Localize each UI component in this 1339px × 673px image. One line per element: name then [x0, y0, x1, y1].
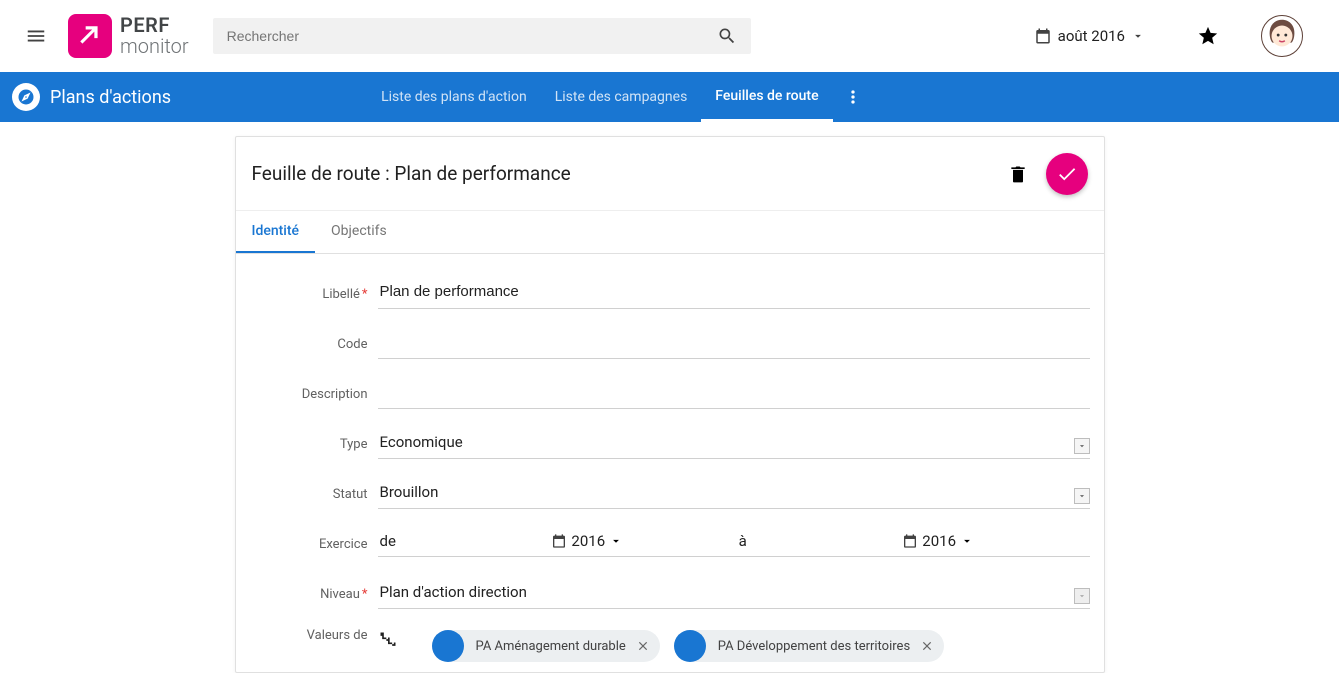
- nav-tab-roadmaps[interactable]: Feuilles de route: [701, 72, 832, 122]
- chevron-down-icon: [1077, 491, 1087, 501]
- search-icon: [717, 26, 737, 46]
- menu-button[interactable]: [16, 16, 56, 56]
- logo-line2: monitor: [120, 36, 189, 57]
- dropdown-statut-handle[interactable]: [1074, 488, 1090, 504]
- chip-pa-developpement[interactable]: PA Développement des territoires: [674, 630, 944, 662]
- logo-line1: PERF: [120, 15, 189, 36]
- dropdown-icon: [609, 534, 623, 548]
- label-niveau: Niveau*: [236, 587, 378, 602]
- chevron-down-icon: [1077, 591, 1087, 601]
- hamburger-icon: [25, 25, 47, 47]
- dropdown-icon: [1131, 29, 1145, 43]
- label-libelle: Libellé*: [236, 287, 378, 302]
- close-icon: [920, 639, 934, 653]
- period-label: août 2016: [1058, 27, 1125, 45]
- arrow-icon: [77, 23, 103, 49]
- module-icon: [12, 83, 40, 111]
- tab-objectifs[interactable]: Objectifs: [315, 211, 403, 253]
- calendar-icon: [902, 533, 918, 549]
- label-exercice: Exercice: [236, 537, 378, 552]
- nav-tab-plans-list[interactable]: Liste des plans d'action: [367, 72, 541, 122]
- chip-avatar: [432, 630, 464, 662]
- select-niveau[interactable]: Plan d'action direction: [378, 581, 1090, 607]
- hierarchy-picker-button[interactable]: [378, 630, 402, 650]
- input-libelle[interactable]: [378, 281, 1090, 306]
- app-logo-badge: [68, 14, 112, 58]
- period-picker[interactable]: août 2016: [1034, 27, 1145, 45]
- module-title: Plans d'actions: [50, 87, 171, 108]
- card-title: Feuille de route : Plan de performance: [252, 162, 998, 185]
- nav-more-button[interactable]: [833, 72, 873, 122]
- exercice-from-picker[interactable]: 2016: [551, 532, 623, 550]
- exercice-to-word: à: [739, 532, 747, 550]
- label-valeurs: Valeurs de*: [236, 628, 378, 659]
- chip-label: PA Aménagement durable: [476, 639, 626, 654]
- exercice-from-word: de: [380, 532, 396, 550]
- exercice-to-picker[interactable]: 2016: [902, 532, 974, 550]
- tab-identite[interactable]: Identité: [236, 211, 316, 253]
- input-description[interactable]: [378, 381, 1090, 406]
- trash-icon: [1008, 163, 1028, 185]
- calendar-icon: [551, 533, 567, 549]
- dropdown-type-handle[interactable]: [1074, 438, 1090, 454]
- star-icon: [1197, 25, 1219, 47]
- chip-remove[interactable]: [636, 639, 650, 653]
- compass-icon: [17, 88, 35, 106]
- roadmap-form-card: Feuille de route : Plan de performance I…: [235, 136, 1105, 673]
- label-type: Type: [236, 437, 378, 452]
- label-statut: Statut: [236, 487, 378, 502]
- chevron-down-icon: [1077, 441, 1087, 451]
- chip-label: PA Développement des territoires: [718, 639, 910, 654]
- chip-avatar: [674, 630, 706, 662]
- app-logo-text: PERF monitor: [120, 15, 189, 57]
- chip-remove[interactable]: [920, 639, 934, 653]
- nav-tab-campaigns[interactable]: Liste des campagnes: [541, 72, 702, 122]
- calendar-icon: [1034, 27, 1052, 45]
- check-icon: [1056, 163, 1078, 185]
- save-button[interactable]: [1046, 153, 1088, 195]
- dropdown-niveau-handle: [1074, 588, 1090, 604]
- user-avatar[interactable]: [1261, 15, 1303, 57]
- delete-button[interactable]: [998, 163, 1038, 185]
- search-input[interactable]: [227, 28, 717, 44]
- label-code: Code: [236, 337, 378, 352]
- chip-pa-amenagement[interactable]: PA Aménagement durable: [432, 630, 660, 662]
- select-type[interactable]: Economique: [378, 431, 1090, 457]
- input-code[interactable]: [378, 331, 1090, 356]
- favorite-button[interactable]: [1197, 25, 1219, 47]
- tree-icon: [378, 630, 398, 650]
- search-box[interactable]: [213, 18, 751, 54]
- dropdown-icon: [960, 534, 974, 548]
- more-vert-icon: [843, 87, 863, 107]
- label-description: Description: [236, 387, 378, 402]
- select-statut[interactable]: Brouillon: [378, 481, 1090, 507]
- close-icon: [636, 639, 650, 653]
- avatar-icon: [1262, 15, 1302, 57]
